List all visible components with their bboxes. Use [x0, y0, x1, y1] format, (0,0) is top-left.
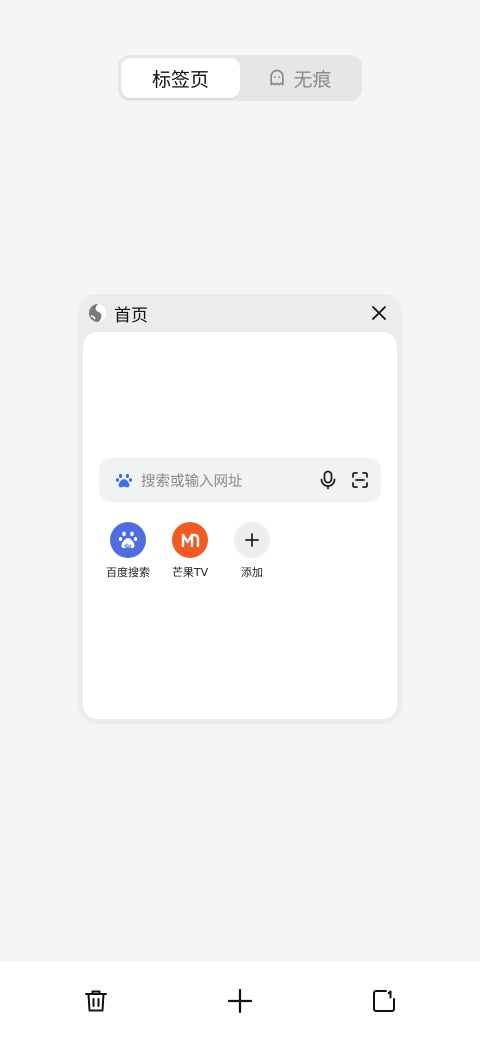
search-placeholder: 搜索或输入网址 [141, 473, 243, 490]
tab-card[interactable]: 首页 搜索或输入网址 du 百度搜索 芒果TV 添加 [78, 294, 402, 724]
new-window-button[interactable] [369, 986, 399, 1016]
voice-search-button[interactable] [317, 469, 339, 491]
scan-button[interactable] [349, 469, 371, 491]
incognito-mode-label: 无痕 [293, 68, 332, 91]
globe-icon [89, 304, 107, 322]
plus-icon [234, 522, 270, 558]
tab-mode-switch: 标签页 无痕 [118, 55, 362, 101]
new-tab-button[interactable] [225, 986, 255, 1016]
tab-switcher-screen: 标签页 无痕 首页 搜索或输入网址 du 百度搜索 芒果TV 添加 [0, 0, 480, 1040]
shortcut-mango-tv[interactable]: 芒果TV [159, 522, 221, 580]
tabs-mode-button[interactable]: 标签页 [121, 58, 240, 98]
shortcut-grid: du 百度搜索 芒果TV 添加 [97, 522, 283, 580]
tab-header: 首页 [83, 294, 397, 332]
scan-icon [352, 472, 368, 488]
trash-icon [85, 990, 107, 1012]
baidu-logo-icon: du [110, 522, 146, 558]
new-tab-window-icon [373, 990, 395, 1012]
incognito-mode-button[interactable]: 无痕 [240, 58, 359, 98]
tab-preview[interactable]: 搜索或输入网址 du 百度搜索 芒果TV 添加 [83, 332, 397, 719]
svg-text:du: du [124, 543, 132, 549]
shortcut-label: 芒果TV [171, 566, 209, 579]
shortcut-label: 添加 [241, 566, 263, 579]
ghost-icon [270, 69, 285, 86]
bottom-toolbar [0, 962, 480, 1040]
search-bar[interactable]: 搜索或输入网址 [99, 458, 381, 502]
microphone-icon [320, 470, 336, 490]
tabs-mode-label: 标签页 [151, 68, 209, 91]
shortcut-label: 百度搜索 [106, 566, 150, 579]
baidu-paw-icon [115, 473, 133, 488]
shortcut-add[interactable]: 添加 [221, 522, 283, 580]
close-tab-button[interactable] [367, 301, 391, 325]
close-all-tabs-button[interactable] [81, 986, 111, 1016]
tab-title: 首页 [114, 305, 148, 326]
mango-tv-icon [172, 522, 208, 558]
plus-icon [227, 988, 253, 1014]
close-icon [372, 306, 386, 320]
shortcut-baidu[interactable]: du 百度搜索 [97, 522, 159, 580]
